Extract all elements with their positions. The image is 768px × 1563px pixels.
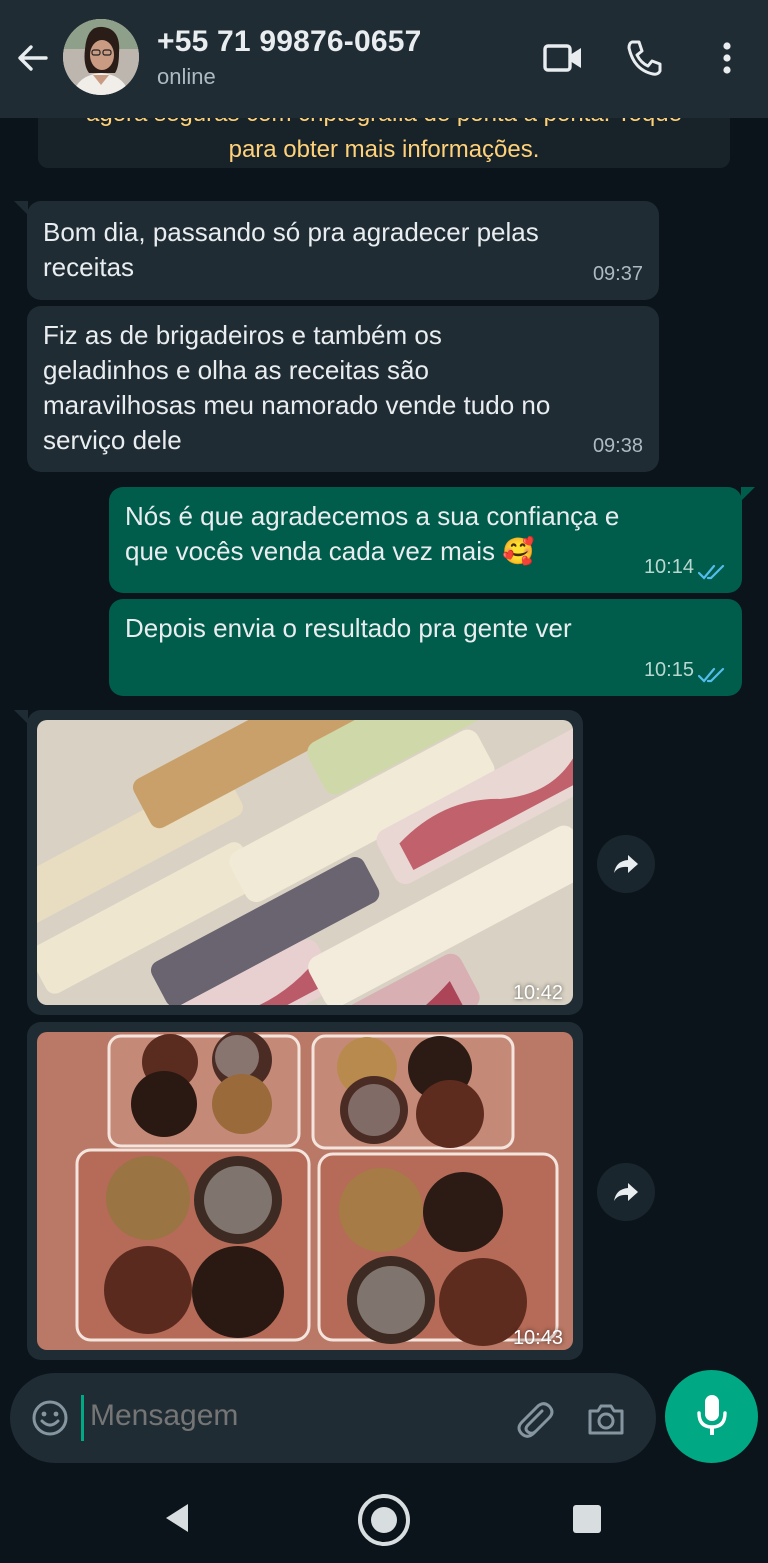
camera-icon[interactable] — [584, 1397, 628, 1441]
forward-button[interactable] — [597, 835, 655, 893]
message-time: 10:15 — [643, 659, 694, 681]
image-brigadeiros[interactable] — [37, 1032, 573, 1350]
incoming-message[interactable]: Fiz as de brigadeiros e também os geladi… — [27, 306, 659, 472]
message-time: 10:43 — [512, 1327, 563, 1349]
chat-header: +55 71 99876-0657 online — [0, 0, 768, 118]
bubble-tail — [14, 201, 28, 215]
message-input[interactable] — [90, 1399, 490, 1433]
voice-record-button[interactable] — [665, 1370, 758, 1463]
bubble-tail — [14, 710, 28, 724]
message-time: 09:38 — [592, 435, 643, 457]
forward-button[interactable] — [597, 1163, 655, 1221]
encryption-notice[interactable]: agora seguras com criptografia de ponta … — [38, 110, 730, 168]
outgoing-message[interactable]: Depois envia o resultado pra gente ver 1… — [109, 599, 742, 696]
contact-name[interactable]: +55 71 99876-0657 — [157, 25, 421, 59]
text-cursor — [81, 1395, 84, 1441]
video-call-icon[interactable] — [541, 36, 585, 80]
attach-clip-icon[interactable] — [512, 1397, 556, 1441]
image-geladinhos[interactable] — [37, 720, 573, 1005]
outgoing-message[interactable]: Nós é que agradecemos a sua confiança e … — [109, 487, 742, 593]
incoming-image-message[interactable]: 10:43 — [27, 1022, 583, 1360]
nav-recents-icon[interactable] — [570, 1502, 604, 1536]
forward-icon — [614, 855, 638, 873]
message-composer — [10, 1373, 656, 1463]
bubble-tail — [741, 487, 755, 501]
forward-icon — [614, 1183, 638, 1201]
contact-avatar[interactable] — [63, 19, 139, 95]
message-text: Bom dia, passando só pra agradecer pelas… — [43, 217, 539, 282]
chat-area: agora seguras com criptografia de ponta … — [0, 110, 768, 1368]
incoming-image-message[interactable]: 10:42 — [27, 710, 583, 1015]
back-arrow-icon[interactable] — [12, 38, 52, 78]
nav-back-icon[interactable] — [160, 1500, 196, 1536]
nav-home-icon[interactable] — [356, 1492, 412, 1548]
system-navigation-bar — [0, 1473, 768, 1563]
voice-call-icon[interactable] — [622, 36, 666, 80]
more-options-icon[interactable] — [705, 36, 749, 80]
message-time: 10:14 — [643, 556, 694, 578]
microphone-icon — [697, 1395, 727, 1435]
read-ticks-icon — [698, 564, 725, 580]
message-text: Depois envia o resultado pra gente ver — [125, 613, 572, 643]
emoji-icon[interactable] — [30, 1398, 70, 1438]
message-time: 10:42 — [512, 982, 563, 1004]
incoming-message[interactable]: Bom dia, passando só pra agradecer pelas… — [27, 201, 659, 300]
read-ticks-icon — [698, 667, 725, 683]
message-time: 09:37 — [592, 263, 643, 285]
contact-status: online — [157, 64, 216, 89]
message-text: Fiz as de brigadeiros e também os geladi… — [43, 320, 551, 455]
encryption-notice-line2: para obter mais informações. — [228, 136, 540, 163]
message-text: Nós é que agradecemos a sua confiança e … — [125, 501, 620, 566]
